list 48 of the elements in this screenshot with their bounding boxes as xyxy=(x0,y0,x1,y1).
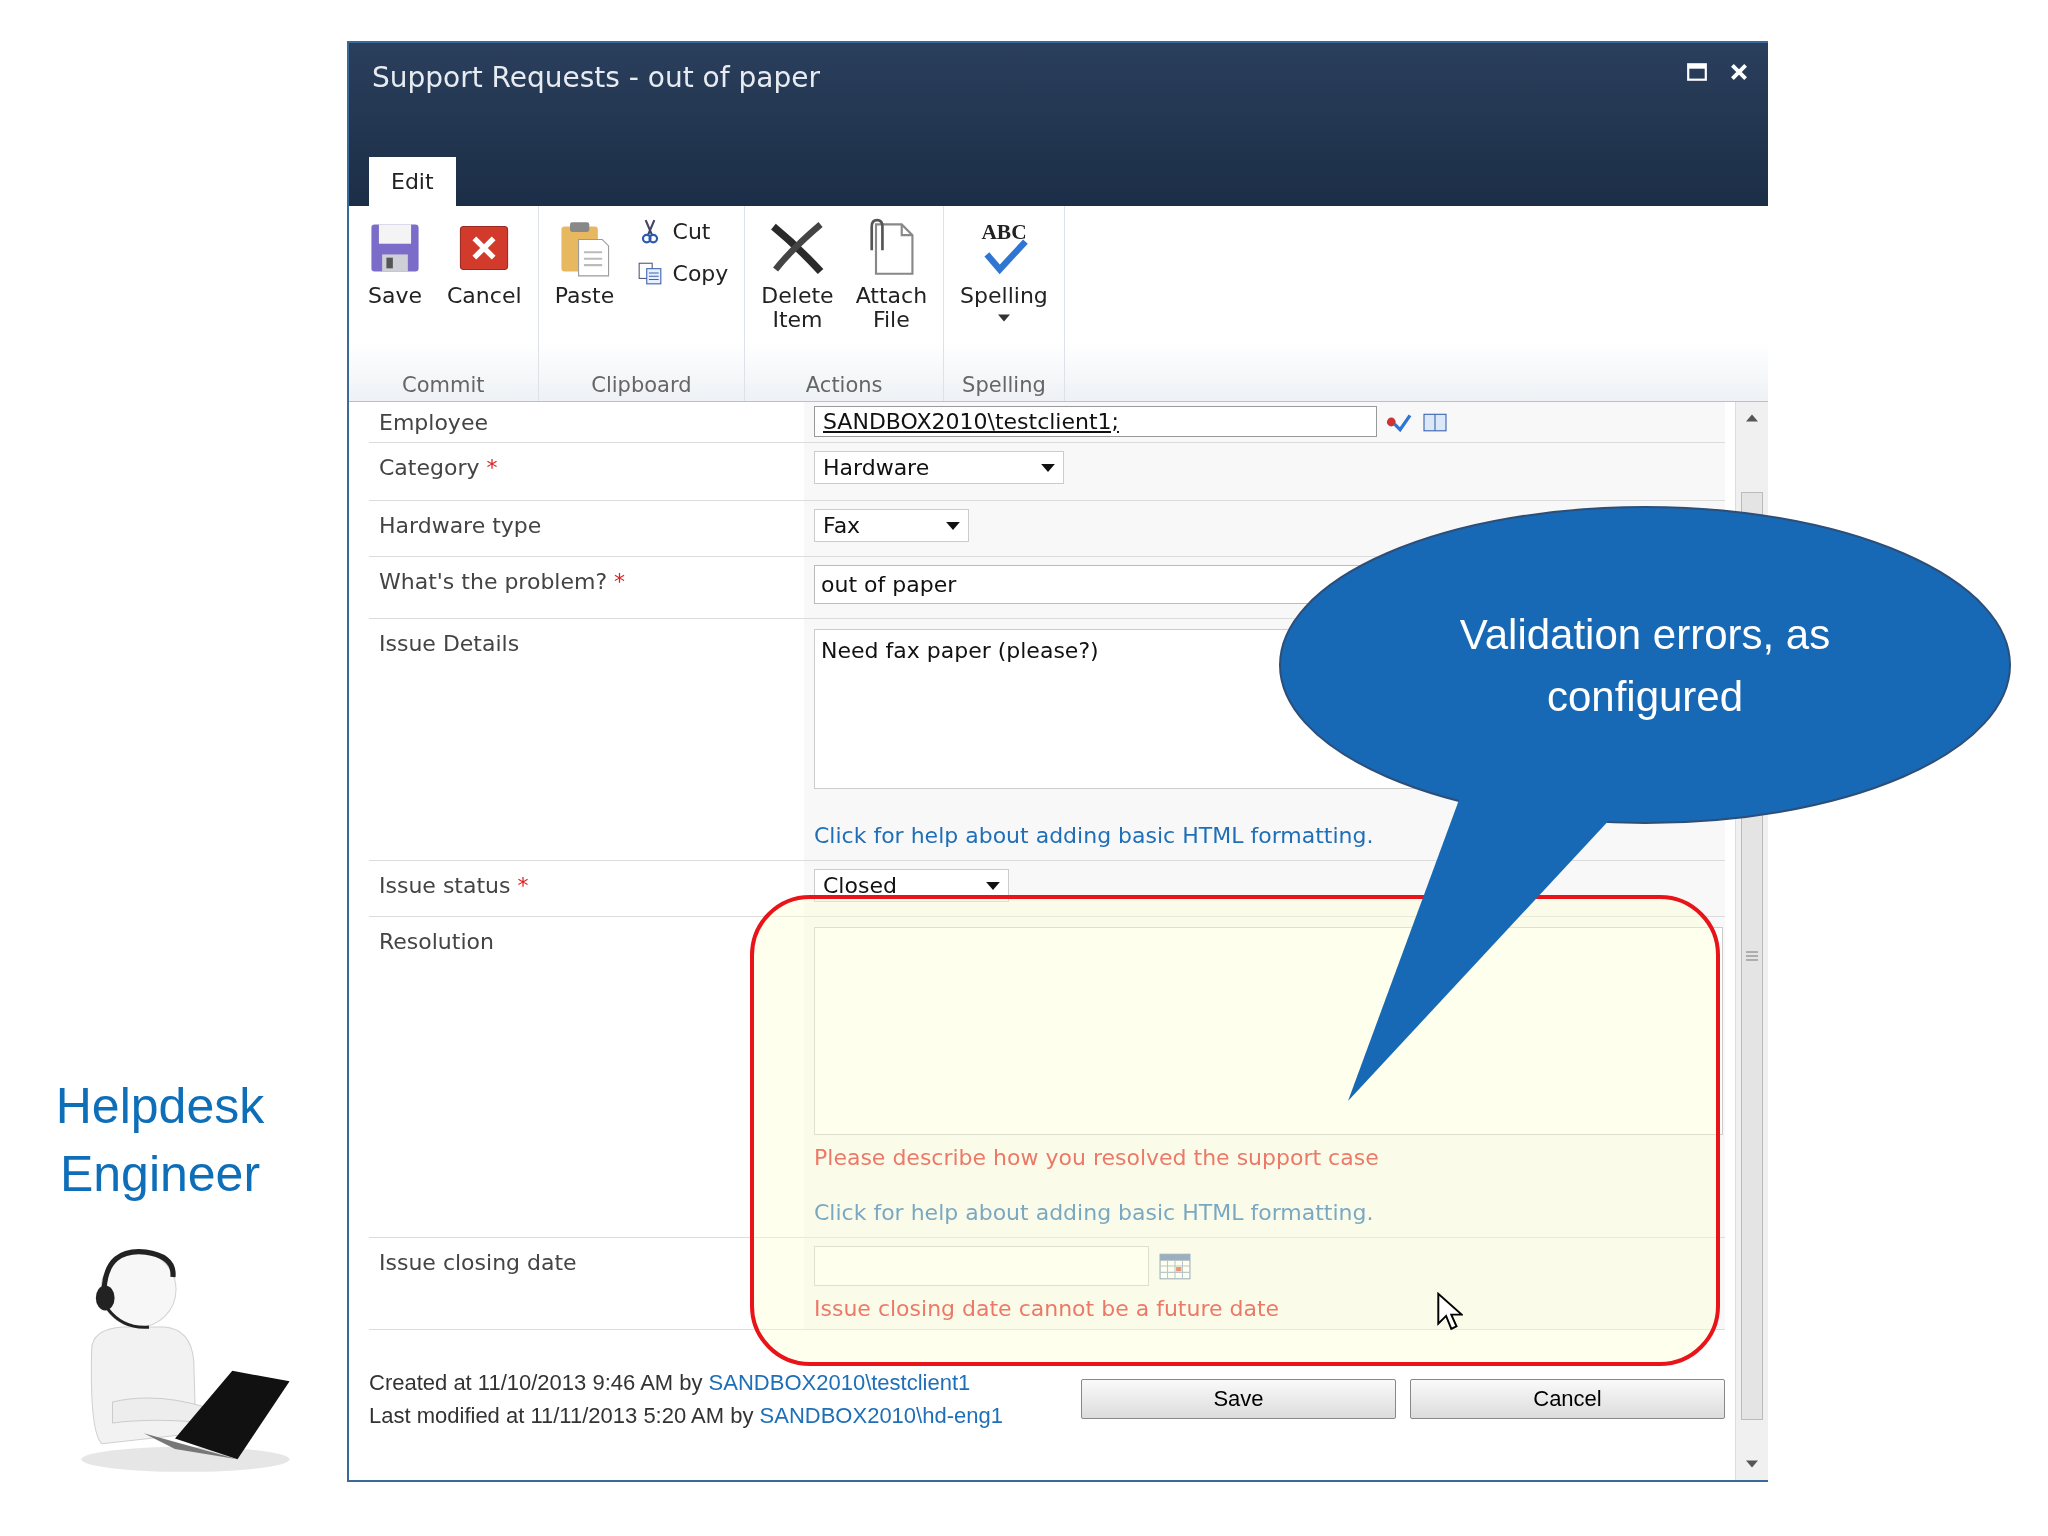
paste-button[interactable]: Paste xyxy=(550,214,619,312)
error-message: Issue closing date cannot be a future date xyxy=(814,1296,1280,1321)
category-dropdown[interactable]: Hardware xyxy=(814,451,1064,484)
caret-icon xyxy=(946,521,960,530)
scroll-up-icon[interactable] xyxy=(1746,414,1758,422)
ribbon-group-label: Clipboard xyxy=(590,373,693,397)
hardware-type-dropdown[interactable]: Fax xyxy=(814,509,969,542)
caret-icon xyxy=(986,881,1000,890)
copy-button[interactable]: Copy xyxy=(632,256,733,290)
slide-heading: Helpdesk Engineer xyxy=(54,1077,266,1204)
grip-icon[interactable] xyxy=(1746,951,1758,961)
close-icon[interactable] xyxy=(1728,61,1750,83)
attach-button[interactable]: Attach File xyxy=(851,214,932,336)
issue-status-dropdown[interactable]: Closed xyxy=(814,869,1009,902)
field-label: Resolution xyxy=(379,929,494,954)
cancel-button[interactable]: Cancel xyxy=(443,214,526,312)
modified-info: Last modified at 11/11/2013 5:20 AM by SANDBOX2010\hd-eng1 xyxy=(369,1402,1004,1430)
date-field[interactable] xyxy=(814,1246,1149,1286)
ribbon-group-label: Spelling xyxy=(961,373,1047,397)
ribbon-group-label: Actions xyxy=(804,373,884,397)
caret-icon xyxy=(997,314,1010,322)
scroll-down-icon[interactable] xyxy=(1746,1460,1758,1468)
save-button[interactable]: Save xyxy=(1081,1379,1396,1419)
html-help-link[interactable]: Click for help about adding basic HTML formatting. xyxy=(814,823,1374,848)
copy-icon xyxy=(636,260,663,286)
employee-field[interactable]: SANDBOX2010\testclient1; xyxy=(814,406,1377,437)
field-label: Issue Details xyxy=(379,631,520,656)
field-label: Category * xyxy=(379,455,498,480)
error-message: Please describe how you resolved the support case xyxy=(814,1145,1379,1170)
window-title: Support Requests - out of paper xyxy=(372,61,820,94)
user-link[interactable]: SANDBOX2010\testclient1 xyxy=(708,1370,971,1395)
resolution-textarea[interactable] xyxy=(814,927,1723,1135)
field-label: Issue status * xyxy=(379,873,529,898)
save-button[interactable]: Save xyxy=(361,214,429,312)
field-label: Hardware type xyxy=(379,513,542,538)
maximize-icon[interactable] xyxy=(1686,61,1708,83)
cut-button[interactable]: Cut xyxy=(632,214,733,248)
cancel-button[interactable]: Cancel xyxy=(1410,1379,1725,1419)
field-label: Issue closing date xyxy=(379,1250,577,1275)
ribbon-group-label: Commit xyxy=(401,373,486,397)
user-link[interactable]: SANDBOX2010\hd-eng1 xyxy=(759,1403,1003,1428)
created-info: Created at 11/10/2013 9:46 AM by SANDBOX2010\testclient1 xyxy=(369,1369,972,1397)
delete-button[interactable]: Delete Item xyxy=(757,214,838,336)
field-label: What's the problem? * xyxy=(379,569,626,594)
ribbon-tab[interactable]: Edit xyxy=(369,157,456,206)
caret-icon xyxy=(1041,463,1055,472)
spelling-button[interactable]: ABC Spelling xyxy=(956,214,1052,326)
field-label: Employee xyxy=(379,410,488,435)
